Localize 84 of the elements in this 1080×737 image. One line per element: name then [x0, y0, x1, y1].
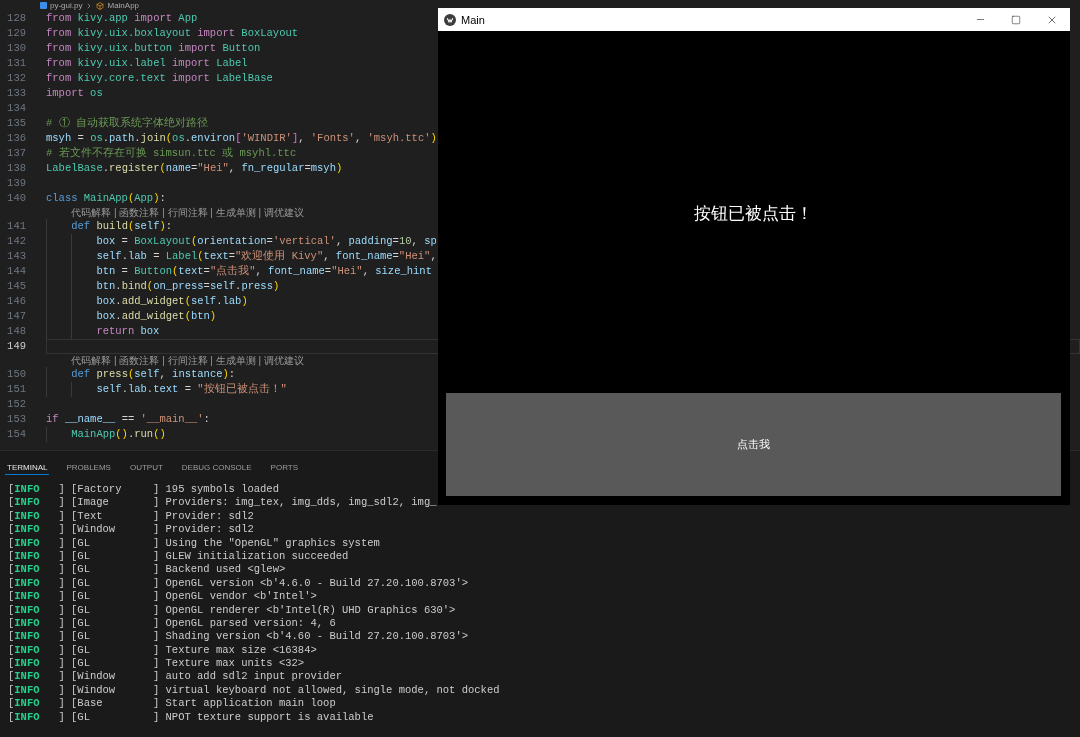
code-line: from kivy.app import App	[46, 11, 198, 26]
line-number: 152	[6, 397, 26, 412]
code-line: def build(self):	[71, 219, 173, 234]
line-number: 130	[6, 41, 26, 56]
terminal-line: [INFO ] [GL ] GLEW initialization succeeded	[8, 549, 349, 562]
terminal-line: [INFO ] [GL ] OpenGL vendor <b'Intel'>	[8, 590, 317, 603]
breadcrumb-item[interactable]: MainApp	[107, 0, 140, 11]
terminal-line: [INFO ] [GL ] Shading version <b'4.60 - Build 27.20.100.8703'>	[8, 630, 468, 643]
line-number: 141	[6, 219, 26, 234]
window-title: Main	[461, 12, 485, 27]
line-number: 151	[6, 382, 26, 397]
code-line: from kivy.uix.boxlayout import BoxLayout	[46, 26, 299, 41]
line-number: 147	[6, 309, 26, 324]
code-line: msyh = os.path.join(os.environ['WINDIR'], 'Fonts', 'msyh.ttc')	[46, 131, 437, 146]
click-me-button[interactable]: 点击我	[446, 393, 1061, 496]
line-number: 149	[6, 339, 26, 354]
breadcrumb-item[interactable]: py-gui.py	[50, 0, 83, 11]
line-number: 142	[6, 234, 26, 249]
terminal-line: [INFO ] [GL ] Backend used <glew>	[8, 563, 286, 576]
code-line: MainApp().run()	[71, 427, 166, 442]
terminal-line: [INFO ] [Base ] Start application main loop	[8, 697, 336, 710]
panel-tab[interactable]: PROBLEMS	[64, 460, 113, 475]
code-line: import os	[46, 86, 103, 101]
code-line: def press(self, instance):	[71, 367, 236, 382]
line-number: 129	[6, 26, 26, 41]
class-icon	[96, 1, 105, 10]
panel-tab[interactable]: PORTS	[268, 460, 301, 475]
maximize-icon	[1011, 14, 1021, 25]
line-number: 154	[6, 427, 26, 442]
terminal-line: [INFO ] [GL ] OpenGL parsed version: 4, 6	[8, 616, 336, 629]
terminal-line: [INFO ] [GL ] NPOT texture support is available	[8, 710, 374, 723]
code-line: if __name__ == '__main__':	[46, 412, 210, 427]
line-number: 148	[6, 324, 26, 339]
line-number: 153	[6, 412, 26, 427]
code-line: box = BoxLayout(orientation='vertical', padding=10, sp	[96, 234, 437, 249]
line-number: 134	[6, 101, 26, 116]
code-line: # 若文件不存在可换 simsun.ttc 或 msyhl.ttc	[46, 146, 297, 161]
line-number: 139	[6, 176, 26, 191]
line-number: 128	[6, 11, 26, 26]
line-number: 150	[6, 367, 26, 382]
code-line: self.lab.text = "按钮已被点击！"	[96, 382, 287, 397]
line-number: 137	[6, 146, 26, 161]
line-number: 140	[6, 191, 26, 206]
terminal-line: [INFO ] [Window ] Provider: sdl2	[8, 523, 254, 536]
terminal-line: [INFO ] [GL ] Texture max units <32>	[8, 657, 305, 670]
panel-tab[interactable]: OUTPUT	[127, 460, 165, 475]
line-number: 133	[6, 86, 26, 101]
code-line: btn.bind(on_press=self.press)	[96, 279, 280, 294]
terminal-line: [INFO ] [Image ] Providers: img_tex, img_dds, img_sdl2, img_	[8, 496, 437, 509]
code-line: box.add_widget(self.lab)	[96, 294, 248, 309]
terminal-line: [INFO ] [Factory ] 195 symbols loaded	[8, 483, 279, 495]
code-line: class MainApp(App):	[46, 191, 166, 206]
terminal-line: [INFO ] [GL ] Texture max size <16384>	[8, 643, 317, 656]
terminal-line: [INFO ] [GL ] Using the "OpenGL" graphics system	[8, 536, 380, 549]
terminal-line: [INFO ] [GL ] OpenGL renderer <b'Intel(R) UHD Graphics 630'>	[8, 603, 456, 616]
app-logo-icon	[444, 13, 456, 26]
line-number: 146	[6, 294, 26, 309]
panel-tab[interactable]: TERMINAL	[5, 460, 50, 475]
code-line: from kivy.uix.label import Label	[46, 56, 248, 71]
line-number: 136	[6, 131, 26, 146]
terminal-line: [INFO ] [GL ] OpenGL version <b'4.6.0 - Build 27.20.100.8703'>	[8, 576, 468, 589]
status-label: 按钮已被点击！	[694, 203, 813, 225]
terminal-line: [INFO ] [Text ] Provider: sdl2	[8, 509, 254, 522]
code-line: btn = Button(text="点击我", font_name="Hei", size_hint	[96, 264, 432, 279]
codelens-links[interactable]: 代码解释 | 函数注释 | 行间注释 | 生成单测 | 调优建议	[71, 354, 304, 367]
code-line: from kivy.uix.button import Button	[46, 41, 261, 56]
line-number: 132	[6, 71, 26, 86]
terminal-line: [INFO ] [Window ] virtual keyboard not allowed, single mode, not docked	[8, 683, 500, 696]
codelens-links[interactable]: 代码解释 | 函数注释 | 行间注释 | 生成单测 | 调优建议	[71, 206, 304, 219]
line-number: 135	[6, 116, 26, 131]
panel-tab[interactable]: DEBUG CONSOLE	[179, 460, 254, 475]
code-line: # ① 自动获取系统字体绝对路径	[46, 116, 208, 131]
code-line: return box	[96, 324, 160, 339]
file-icon	[40, 2, 47, 9]
line-number: 143	[6, 249, 26, 264]
terminal-line: [INFO ] [Window ] auto add sdl2 input provider	[8, 670, 342, 683]
line-number: 138	[6, 161, 26, 176]
code-line: from kivy.core.text import LabelBase	[46, 71, 273, 86]
line-number: 131	[6, 56, 26, 71]
line-number: 144	[6, 264, 26, 279]
code-line: self.lab = Label(text="欢迎使用 Kivy", font_name="Hei",	[96, 249, 437, 264]
line-number: 145	[6, 279, 26, 294]
code-line: LabelBase.register(name="Hei", fn_regular=msyh)	[46, 161, 343, 176]
code-line: box.add_widget(btn)	[96, 309, 217, 324]
